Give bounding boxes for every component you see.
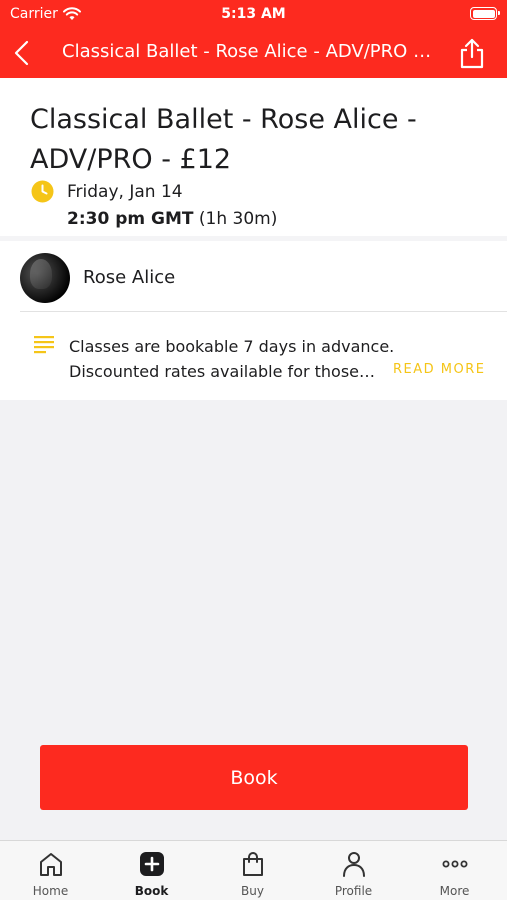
back-button[interactable] <box>8 36 40 70</box>
book-button[interactable]: Book <box>40 745 468 810</box>
description-line: Classes are bookable 7 days in advance. <box>69 337 395 356</box>
event-title: Classical Ballet - Rose Alice - ADV/PRO … <box>30 104 417 175</box>
description-icon <box>34 336 54 354</box>
tab-bar: Home Book Buy Profile More <box>0 840 507 900</box>
home-icon <box>39 853 62 876</box>
tab-label: Book <box>134 884 169 898</box>
share-icon <box>460 38 484 69</box>
class-description: Classes are bookable 7 days in advance. … <box>69 334 399 384</box>
tab-label: Home <box>32 884 69 898</box>
more-dots-icon <box>442 860 467 868</box>
plus-square-icon <box>139 852 164 876</box>
tab-book[interactable]: Book <box>101 841 202 900</box>
tab-more[interactable]: More <box>404 841 505 900</box>
description-line: Discounted rates available for those… <box>69 362 376 381</box>
tab-buy[interactable]: Buy <box>202 841 303 900</box>
event-time: 2:30 pm GMT <box>67 209 194 229</box>
event-duration: (1h 30m) <box>198 209 278 229</box>
tab-label: More <box>439 884 470 898</box>
instructor-row[interactable]: Rose Alice <box>0 241 507 312</box>
status-time: 5:13 AM <box>221 6 286 22</box>
person-icon <box>342 852 365 877</box>
instructor-name: Rose Alice <box>83 267 176 288</box>
tab-label: Buy <box>241 884 264 898</box>
divider <box>20 311 507 312</box>
share-button[interactable] <box>457 36 487 70</box>
avatar <box>20 253 70 303</box>
shopping-bag-icon <box>242 852 263 876</box>
nav-bar: Classical Ballet - Rose Alice - ADV/PRO … <box>0 28 507 78</box>
nav-title: Classical Ballet - Rose Alice - ADV/PRO … <box>62 41 432 62</box>
tab-profile[interactable]: Profile <box>303 841 404 900</box>
read-more-link[interactable]: READ MORE <box>393 362 485 377</box>
chevron-left-icon <box>14 40 29 66</box>
battery-icon <box>470 7 500 20</box>
tab-home[interactable]: Home <box>0 841 101 900</box>
clock-icon <box>31 180 54 203</box>
event-date: Friday, Jan 14 <box>67 182 183 202</box>
tab-label: Profile <box>334 884 373 898</box>
event-time-row: 2:30 pm GMT (1h 30m) <box>67 209 277 229</box>
status-bar: Carrier 5:13 AM <box>0 0 507 28</box>
